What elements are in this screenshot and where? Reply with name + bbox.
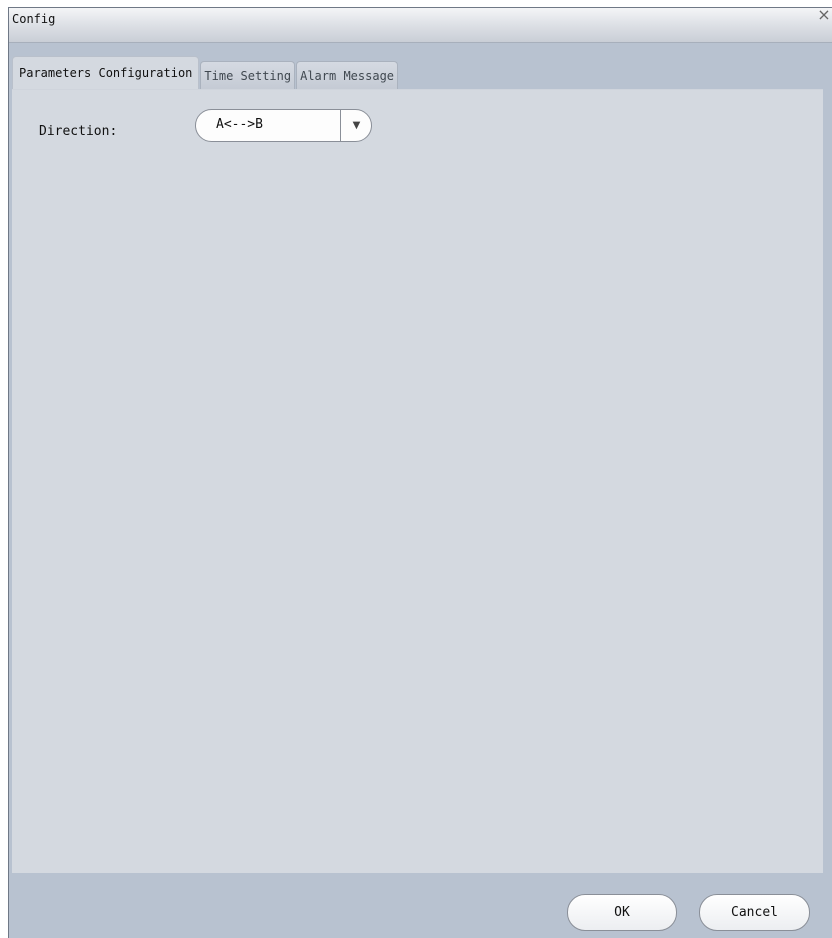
tab-time-setting[interactable]: Time Setting — [200, 61, 296, 90]
ok-button[interactable]: OK — [567, 894, 677, 931]
window-title: Config — [12, 12, 56, 26]
cancel-button[interactable]: Cancel — [699, 894, 810, 931]
tab-alarm-message[interactable]: Alarm Message — [296, 61, 399, 90]
chevron-down-icon[interactable]: ▼ — [341, 110, 371, 141]
tab-bar: Parameters Configuration Time Setting Al… — [12, 55, 399, 90]
direction-select[interactable]: A<-->B ▼ — [195, 109, 372, 142]
tab-content-panel: Direction: A<-->B ▼ — [12, 89, 823, 873]
direction-select-value: A<-->B — [216, 117, 263, 132]
tab-parameters-configuration[interactable]: Parameters Configuration — [12, 56, 200, 90]
dialog-footer: OK Cancel — [12, 873, 823, 931]
direction-label: Direction: — [39, 124, 118, 139]
title-bar[interactable]: Config × — [9, 6, 832, 43]
close-icon[interactable]: × — [816, 6, 832, 24]
